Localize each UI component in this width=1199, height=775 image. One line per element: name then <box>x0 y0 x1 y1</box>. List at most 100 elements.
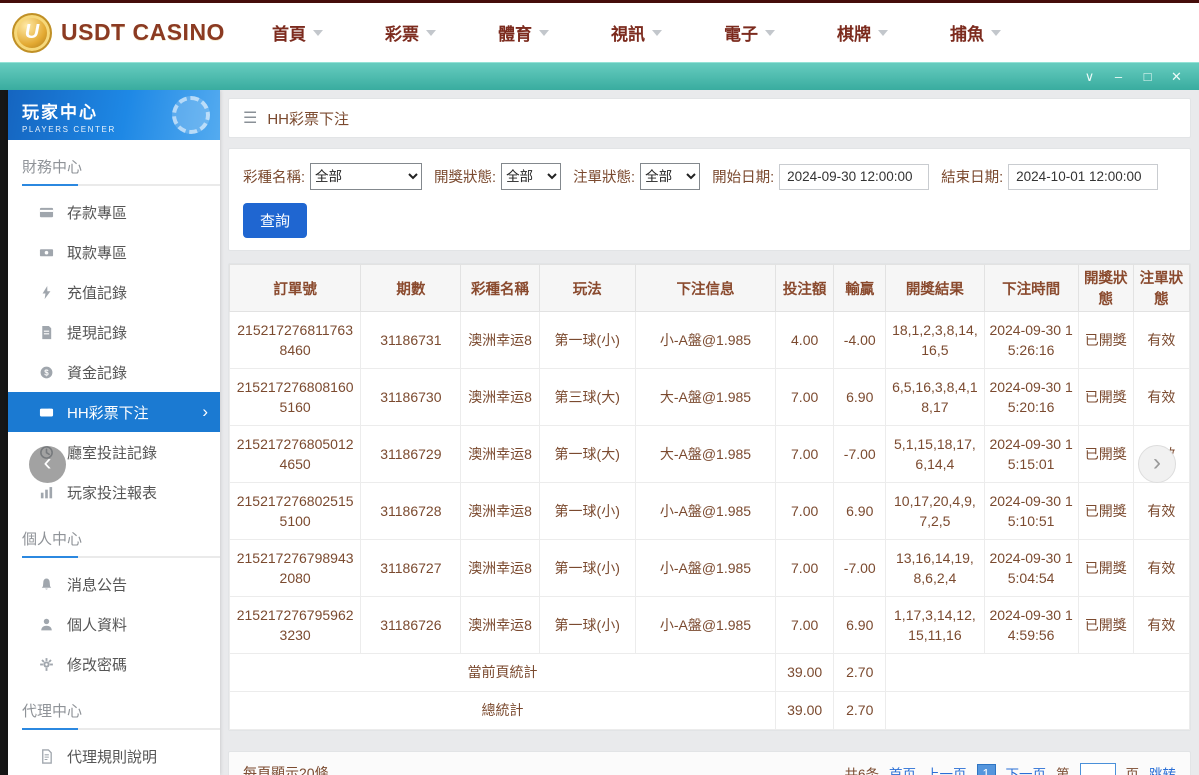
chevron-down-icon[interactable]: ∨ <box>1075 63 1104 90</box>
table-cell: -7.00 <box>833 539 887 597</box>
menu-label: 視訊 <box>611 25 645 44</box>
top-navigation: U USDT CASINO 首頁 彩票 體育 視訊 電子 棋牌 捕魚 <box>0 0 1199 62</box>
table-cell: 31186730 <box>360 368 462 426</box>
end-date-input[interactable] <box>1008 163 1159 190</box>
menu-item-video[interactable]: 視訊 <box>611 20 662 45</box>
sidebar-item-agent-rules[interactable]: 代理規則說明 <box>8 736 220 775</box>
table-cell: 小-A盤@1.985 <box>634 539 777 597</box>
summary-bet-total: 39.00 <box>775 653 835 692</box>
order-status-select[interactable]: 全部 <box>640 163 701 190</box>
table-cell: 18,1,2,3,8,14,16,5 <box>885 311 985 369</box>
order-status-label: 注單狀態: <box>573 170 636 186</box>
table-cell: 2152172768117638460 <box>228 311 362 369</box>
bet-table-panel: 訂單號 期數 彩種名稱 玩法 下注信息 投注額 輸贏 開獎結果 下注時間 開獎狀… <box>228 263 1191 731</box>
table-cell: 31186728 <box>360 482 462 540</box>
sidebar-item-profile[interactable]: 個人資料 <box>8 604 220 644</box>
menu-item-electronic[interactable]: 電子 <box>724 20 775 45</box>
carousel-left-arrow[interactable]: ‹ <box>29 446 66 483</box>
current-page-button[interactable]: 1 <box>976 763 996 775</box>
menu-item-lottery[interactable]: 彩票 <box>385 20 436 45</box>
chevron-down-icon <box>991 29 1001 41</box>
table-header-cell: 開獎狀態 <box>1077 264 1134 312</box>
pagination-controls: 共6条 首页 上一页 1 下一页 第 页 跳转 <box>844 762 1176 775</box>
hamburger-icon[interactable]: ☰ <box>243 108 257 128</box>
chevron-down-icon <box>426 29 436 41</box>
table-cell: 第一球(小) <box>538 596 636 654</box>
sidebar-item-announcements[interactable]: 消息公告 <box>8 564 220 604</box>
table-cell: 2024-09-30 15:15:01 <box>983 425 1079 483</box>
maximize-icon[interactable]: □ <box>1133 63 1162 90</box>
table-header-cell: 注單狀態 <box>1132 264 1191 312</box>
search-button[interactable]: 查詢 <box>243 203 308 238</box>
table-cell: 澳洲幸运8 <box>460 539 540 597</box>
carousel-right-arrow[interactable]: › <box>1138 445 1176 483</box>
summary-winloss-total: 2.70 <box>833 691 887 730</box>
section-title-finance: 財務中心 <box>22 159 83 176</box>
table-cell: 澳洲幸运8 <box>460 425 540 483</box>
menu-item-sports[interactable]: 體育 <box>498 20 549 45</box>
table-header-cell: 彩種名稱 <box>460 264 540 312</box>
table-cell: 7.00 <box>775 482 835 540</box>
lottery-name-select[interactable]: 全部 <box>310 163 423 190</box>
table-row: 2152172768117638460 31186731 澳洲幸运8 第一球(小) 小-… <box>228 311 1191 369</box>
sidebar-item-withdraw-record[interactable]: 提現記錄 <box>8 312 220 352</box>
sidebar-item-withdraw[interactable]: 取款專區 <box>8 232 220 272</box>
table-header-cell: 訂單號 <box>228 264 362 312</box>
start-date-input[interactable] <box>779 163 930 190</box>
table-cell: 31186729 <box>360 425 462 483</box>
menu-item-fishing[interactable]: 捕魚 <box>950 20 1001 45</box>
goto-page-link[interactable]: 跳转 <box>1149 763 1176 775</box>
table-cell: 澳洲幸运8 <box>460 482 540 540</box>
table-cell: 小-A盤@1.985 <box>634 596 777 654</box>
lottery-ticket-icon <box>38 404 54 420</box>
goto-suffix-label: 页 <box>1125 767 1140 775</box>
sidebar-item-label: 消息公告 <box>67 576 128 594</box>
first-page-link[interactable]: 首页 <box>889 763 916 775</box>
table-cell: 已開獎 <box>1077 596 1134 654</box>
bar-chart-icon <box>38 484 54 500</box>
close-icon[interactable]: ✕ <box>1162 63 1191 90</box>
sidebar-item-funds-record[interactable]: $ 資金記錄 <box>8 352 220 392</box>
page-background-strip <box>0 90 8 775</box>
page-number-input[interactable] <box>1079 762 1116 775</box>
section-divider <box>22 728 220 730</box>
table-header-cell: 玩法 <box>538 264 636 312</box>
sidebar-item-change-password[interactable]: 修改密碼 <box>8 644 220 684</box>
sidebar-item-hh-lottery-bets[interactable]: HH彩票下注 › <box>8 392 220 432</box>
table-cell: -4.00 <box>833 311 887 369</box>
lottery-name-label: 彩種名稱: <box>243 170 306 186</box>
gear-icon <box>38 656 54 672</box>
next-page-link[interactable]: 下一页 <box>1006 763 1047 775</box>
table-cell: 第一球(小) <box>538 311 636 369</box>
sidebar-item-label: 個人資料 <box>67 616 128 634</box>
table-cell: 大-A盤@1.985 <box>634 368 777 426</box>
brand-logo[interactable]: U USDT CASINO <box>0 12 238 53</box>
bet-table: 訂單號 期數 彩種名稱 玩法 下注信息 投注額 輸贏 開獎結果 下注時間 開獎狀… <box>228 264 1191 730</box>
menu-item-cards[interactable]: 棋牌 <box>837 20 888 45</box>
bet-table-body: 2152172768117638460 31186731 澳洲幸运8 第一球(小) 小-… <box>228 311 1191 654</box>
section-divider <box>22 556 220 558</box>
brand-name: USDT CASINO <box>61 19 225 45</box>
minimize-icon[interactable]: – <box>1104 63 1133 90</box>
sidebar-item-recharge-record[interactable]: 充值記錄 <box>8 272 220 312</box>
draw-status-select[interactable]: 全部 <box>501 163 562 190</box>
poker-chip-icon <box>172 96 210 134</box>
sidebar-item-label: 提現記錄 <box>67 324 128 342</box>
table-cell: 4.00 <box>775 311 835 369</box>
table-row: 2152172768025155100 31186728 澳洲幸运8 第一球(小) 小-… <box>228 482 1191 540</box>
sidebar-item-deposit[interactable]: 存款專區 <box>8 192 220 232</box>
table-cell: 第一球(小) <box>538 482 636 540</box>
bet-table-summary: 當前頁統計 39.00 2.70 總統計 39.00 2.70 <box>228 653 1190 730</box>
chevron-down-icon <box>313 29 323 41</box>
table-cell: 已開獎 <box>1077 311 1134 369</box>
table-header-cell: 下注信息 <box>634 264 777 312</box>
table-cell: 有效 <box>1132 368 1191 426</box>
page-title: HH彩票下注 <box>267 110 350 128</box>
coin-icon: $ <box>38 364 54 380</box>
deposit-card-icon <box>38 204 54 220</box>
menu-item-home[interactable]: 首頁 <box>272 20 323 45</box>
prev-page-link[interactable]: 上一页 <box>926 763 967 775</box>
table-cell: 澳洲幸运8 <box>460 596 540 654</box>
table-cell: 已開獎 <box>1077 425 1134 483</box>
table-header-row: 訂單號 期數 彩種名稱 玩法 下注信息 投注額 輸贏 開獎結果 下注時間 開獎狀… <box>228 264 1191 312</box>
